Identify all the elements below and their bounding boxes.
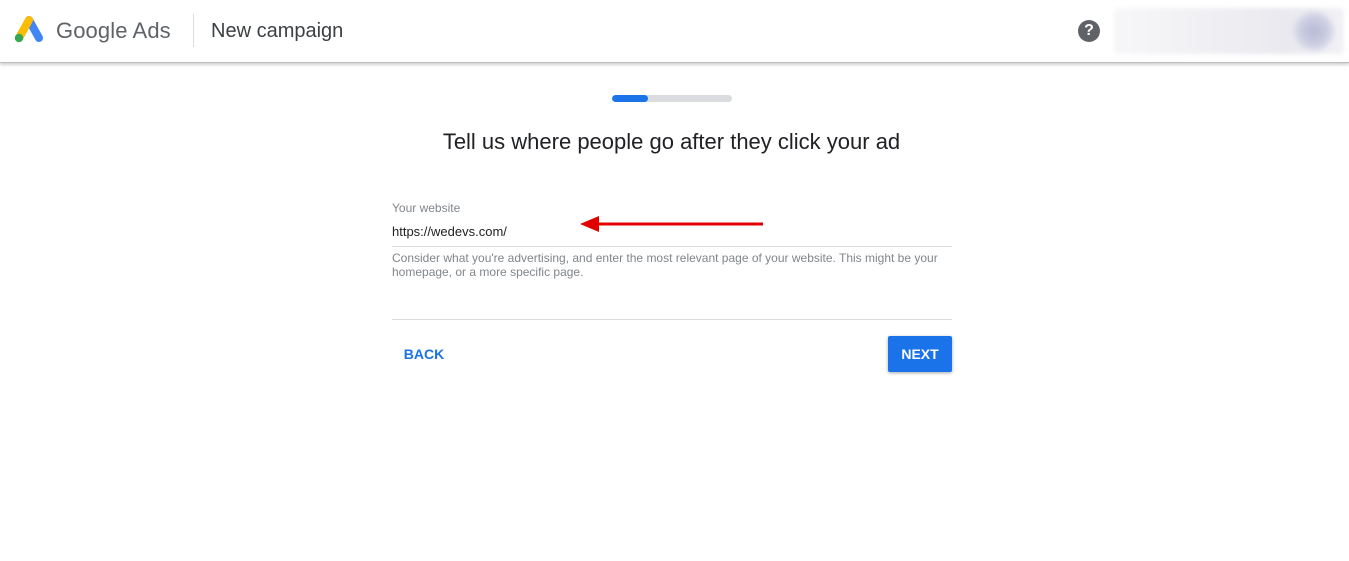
header-divider bbox=[193, 14, 194, 47]
avatar[interactable] bbox=[1294, 12, 1334, 50]
top-app-bar: Google Ads New campaign ? bbox=[0, 0, 1349, 63]
help-icon[interactable]: ? bbox=[1078, 20, 1100, 42]
page-title: New campaign bbox=[211, 20, 344, 42]
progress-bar bbox=[612, 95, 732, 102]
brand-name: Google Ads bbox=[56, 18, 171, 43]
website-field-label: Your website bbox=[392, 201, 461, 215]
google-ads-logo-icon[interactable] bbox=[13, 16, 45, 44]
step-headline: Tell us where people go after they click… bbox=[442, 129, 901, 154]
progress-bar-fill bbox=[612, 95, 648, 102]
next-button[interactable]: NEXT bbox=[888, 336, 952, 372]
back-button[interactable]: BACK bbox=[392, 337, 456, 371]
arrow-left-icon bbox=[580, 216, 763, 232]
actions-divider bbox=[392, 319, 952, 320]
website-field-hint: Consider what you're advertising, and en… bbox=[392, 251, 938, 279]
